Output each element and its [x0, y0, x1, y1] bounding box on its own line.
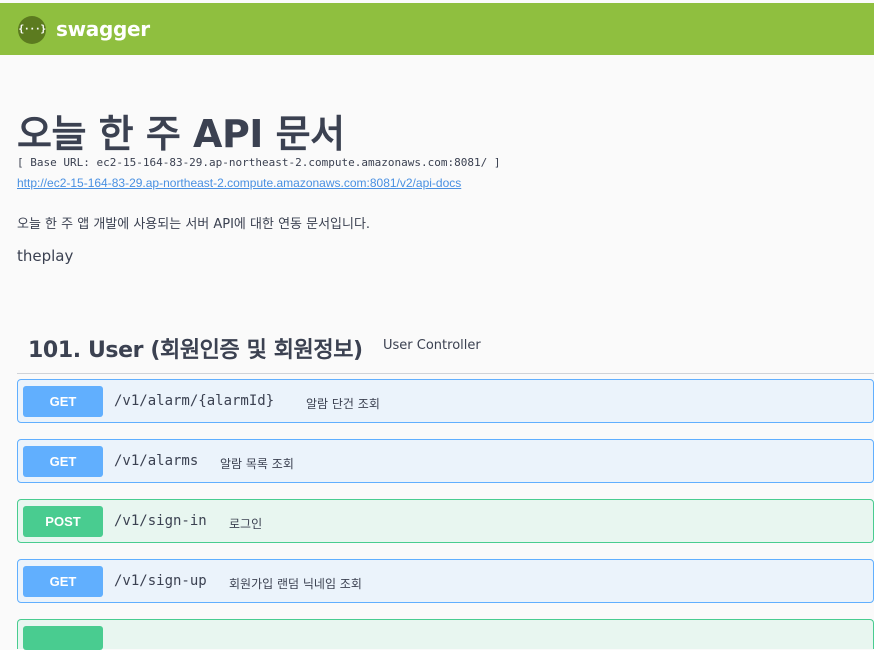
operation-path: /v1/sign-in: [114, 513, 207, 529]
topbar: {···} swagger: [0, 3, 874, 55]
base-url: [ Base URL: ec2-15-164-83-29.ap-northeas…: [17, 156, 501, 169]
api-description: 오늘 한 주 앱 개발에 사용되는 서버 API에 대한 연동 문서입니다.: [17, 217, 371, 232]
operation-path: /v1/sign-up: [114, 573, 207, 589]
method-badge: [23, 626, 103, 650]
tag-section-user[interactable]: 101. User (회원인증 및 회원정보) User Controller: [17, 326, 874, 374]
operation-get-alarm-by-id[interactable]: GET /v1/alarm/{alarmId} 알람 단건 조회: [17, 379, 874, 423]
operation-summary: 알람 목록 조회: [220, 457, 294, 471]
operation-partial[interactable]: [17, 619, 874, 650]
operation-post-sign-in[interactable]: POST /v1/sign-in 로그인: [17, 499, 874, 543]
contact-name: theplay: [17, 247, 74, 265]
operation-summary: 알람 단건 조회: [306, 397, 380, 411]
operation-summary: 회원가입 랜덤 닉네임 조회: [229, 577, 362, 591]
page-title: 오늘 한 주 API 문서: [17, 112, 345, 156]
swagger-logo-icon[interactable]: {···}: [18, 16, 46, 44]
api-docs-link[interactable]: http://ec2-15-164-83-29.ap-northeast-2.c…: [17, 176, 461, 190]
operation-get-alarms[interactable]: GET /v1/alarms 알람 목록 조회: [17, 439, 874, 483]
operation-get-sign-up[interactable]: GET /v1/sign-up 회원가입 랜덤 닉네임 조회: [17, 559, 874, 603]
method-badge: GET: [23, 386, 103, 417]
method-badge: GET: [23, 566, 103, 597]
operation-summary: 로그인: [229, 517, 263, 531]
method-badge: POST: [23, 506, 103, 537]
brand-name[interactable]: swagger: [56, 17, 150, 41]
tag-description: User Controller: [383, 338, 481, 353]
tag-title: 101. User (회원인증 및 회원정보): [28, 338, 363, 363]
method-badge: GET: [23, 446, 103, 477]
operation-path: /v1/alarms: [114, 453, 199, 469]
operation-path: /v1/alarm/{alarmId}: [114, 393, 275, 409]
